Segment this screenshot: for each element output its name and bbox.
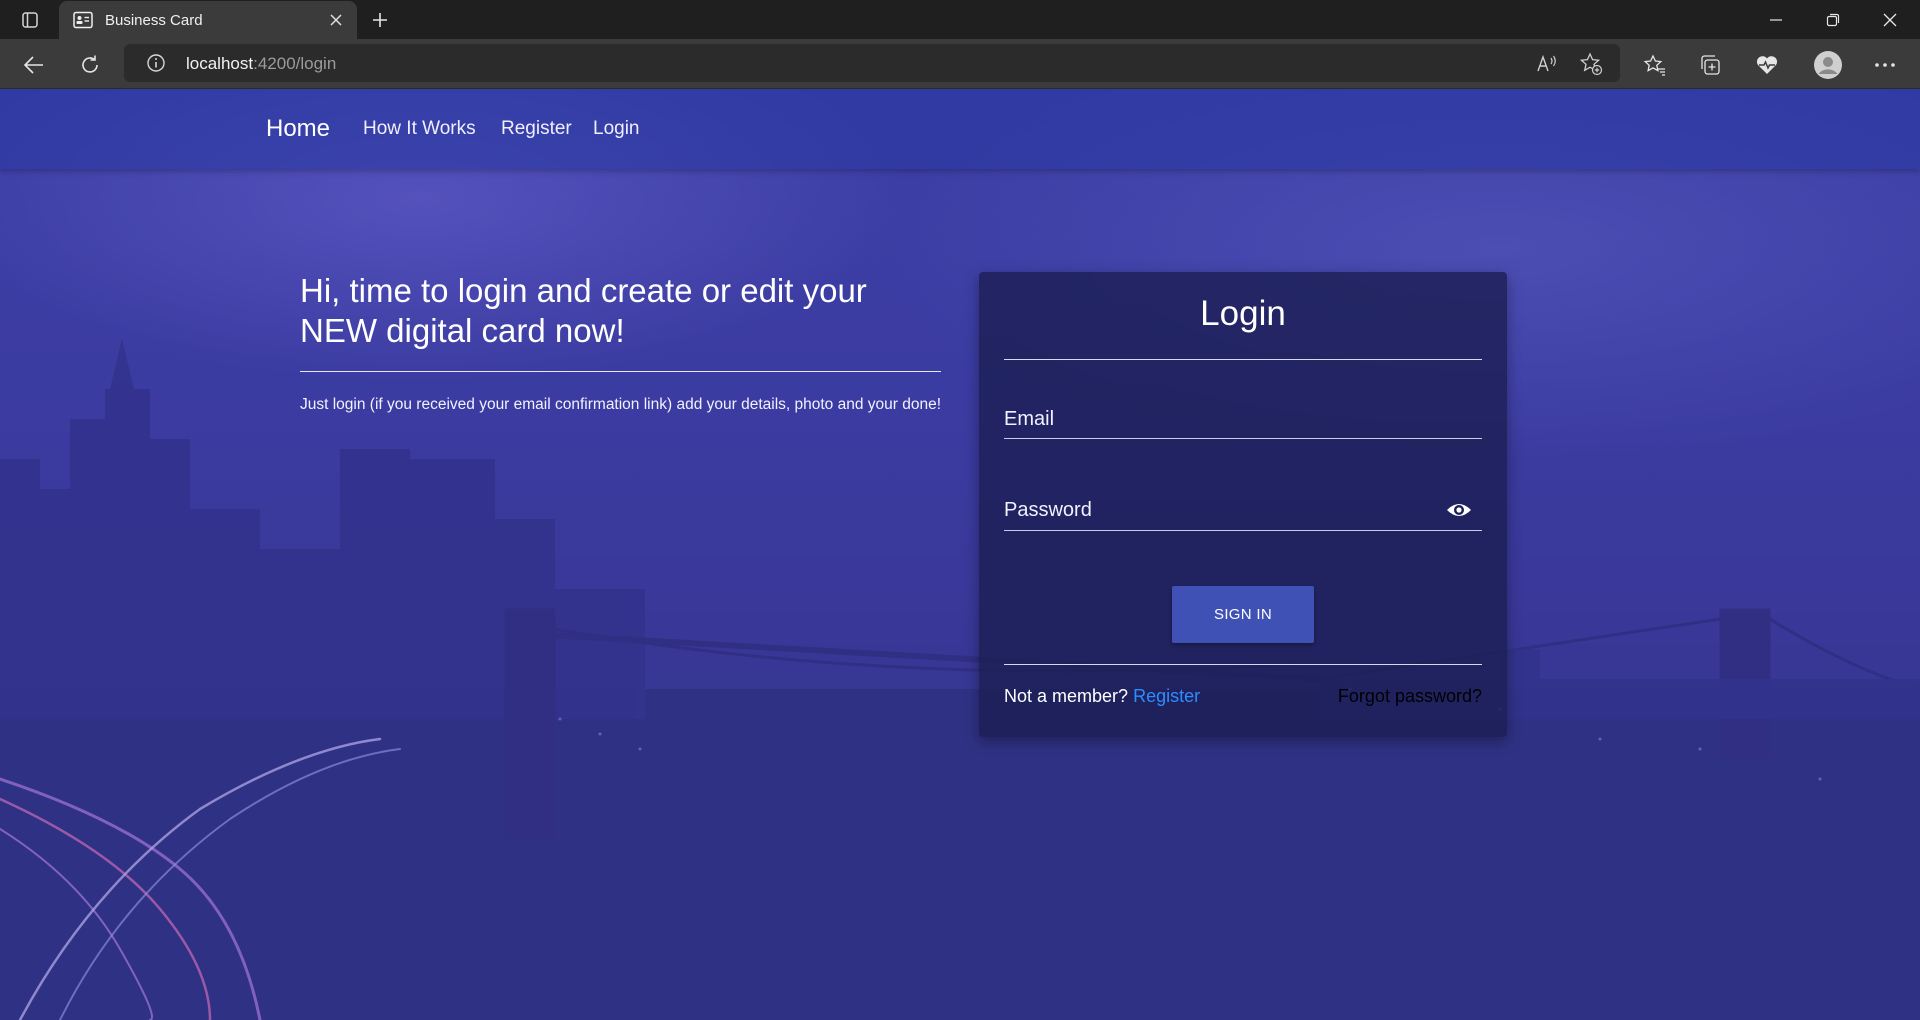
restore-icon[interactable] bbox=[1805, 0, 1861, 39]
back-arrow-icon[interactable] bbox=[19, 50, 49, 80]
password-field[interactable]: Password bbox=[1004, 499, 1092, 522]
hero-title: Hi, time to login and create or edit you… bbox=[300, 272, 867, 349]
favorites-icon[interactable] bbox=[1640, 50, 1670, 80]
city-skyline-background bbox=[0, 89, 1920, 1020]
url-text: localhost:4200/login bbox=[186, 54, 336, 74]
email-underline bbox=[1004, 438, 1482, 439]
nav-home-link[interactable]: Home bbox=[266, 115, 330, 143]
business-card-favicon bbox=[72, 9, 94, 31]
browser-toolbar: localhost:4200/login bbox=[0, 39, 1920, 89]
site-navbar: Home How It Works Register Login bbox=[0, 89, 1920, 169]
nav-login-link[interactable]: Login bbox=[593, 118, 640, 140]
page-viewport: Home How It Works Register Login Hi, tim… bbox=[0, 89, 1920, 1020]
login-card: Login Email Password SIGN IN Not a membe… bbox=[979, 272, 1507, 737]
more-icon[interactable] bbox=[1870, 50, 1900, 80]
nav-register-link[interactable]: Register bbox=[501, 118, 572, 140]
register-link[interactable]: Register bbox=[1133, 686, 1200, 706]
window-close-icon[interactable] bbox=[1862, 0, 1918, 39]
browser-tab-strip: Business Card bbox=[0, 0, 1920, 39]
url-host: localhost bbox=[186, 54, 254, 73]
hero-text: Just login (if you received your email c… bbox=[300, 396, 942, 413]
login-footer-divider bbox=[1004, 664, 1482, 665]
browser-essentials-icon[interactable] bbox=[1752, 50, 1782, 80]
profile-avatar-icon[interactable] bbox=[1813, 50, 1843, 80]
not-member-text: Not a member? bbox=[1004, 686, 1129, 706]
refresh-icon[interactable] bbox=[75, 50, 105, 80]
info-icon[interactable] bbox=[146, 53, 166, 73]
browser-tab[interactable]: Business Card bbox=[59, 1, 357, 39]
login-title: Login bbox=[1200, 294, 1286, 333]
tab-actions-icon[interactable] bbox=[14, 8, 46, 32]
password-underline bbox=[1004, 530, 1482, 531]
minimize-icon[interactable] bbox=[1748, 0, 1804, 39]
read-aloud-icon[interactable] bbox=[1535, 52, 1559, 76]
sign-in-button[interactable]: SIGN IN bbox=[1172, 586, 1314, 643]
address-bar[interactable]: localhost:4200/login bbox=[124, 44, 1620, 82]
login-title-divider bbox=[1004, 359, 1482, 360]
forgot-password-link[interactable]: Forgot password? bbox=[1338, 686, 1482, 707]
add-favorite-icon[interactable] bbox=[1579, 52, 1603, 76]
nav-how-it-works-link[interactable]: How It Works bbox=[363, 118, 476, 140]
tab-title: Business Card bbox=[105, 11, 203, 29]
register-prompt: Not a member? Register bbox=[1004, 686, 1200, 707]
eye-icon[interactable] bbox=[1446, 500, 1472, 520]
plus-icon[interactable] bbox=[368, 8, 392, 32]
close-icon[interactable] bbox=[327, 11, 345, 29]
hero-divider bbox=[300, 371, 941, 372]
collections-icon[interactable] bbox=[1695, 50, 1725, 80]
email-field[interactable]: Email bbox=[1004, 408, 1054, 431]
url-path: :4200/login bbox=[253, 54, 337, 73]
